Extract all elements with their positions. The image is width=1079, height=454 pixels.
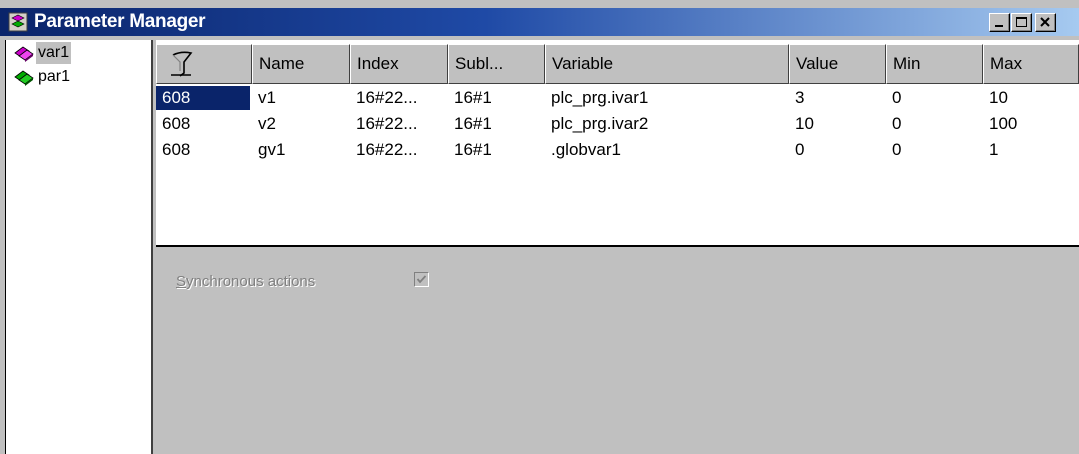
- parameter-detail-pane: Name Index Subl... Variable Value Min Ma…: [156, 40, 1079, 454]
- cell-subindex[interactable]: 16#1: [448, 86, 545, 110]
- cell-id[interactable]: 608: [156, 138, 250, 162]
- cell-value[interactable]: 10: [789, 112, 886, 136]
- table-header: Name Index Subl... Variable Value Min Ma…: [156, 44, 1079, 84]
- cell-value[interactable]: 3: [789, 86, 886, 110]
- cell-index[interactable]: 16#22...: [350, 138, 448, 162]
- cell-index[interactable]: 16#22...: [350, 112, 448, 136]
- cell-value[interactable]: 0: [789, 138, 886, 162]
- close-button[interactable]: [1035, 13, 1056, 32]
- cell-variable[interactable]: plc_prg.ivar1: [545, 86, 789, 110]
- cell-min[interactable]: 0: [886, 86, 983, 110]
- synchronous-actions-label: Synchronous actions: [176, 273, 315, 290]
- title-bar[interactable]: Parameter Manager: [0, 8, 1079, 36]
- cell-name[interactable]: v1: [252, 86, 350, 110]
- cell-name[interactable]: v2: [252, 112, 350, 136]
- table-row[interactable]: 608 v2 16#22... 16#1 plc_prg.ivar2 10 0 …: [156, 112, 1079, 136]
- cell-id[interactable]: 608: [156, 112, 250, 136]
- column-header-index[interactable]: Index: [350, 44, 448, 84]
- variable-list-icon: [14, 46, 34, 62]
- tree-item-label: par1: [38, 68, 71, 85]
- filter-icon: [171, 51, 193, 77]
- cell-max[interactable]: 1: [983, 138, 1079, 162]
- minimize-button[interactable]: [989, 13, 1010, 32]
- maximize-button[interactable]: [1011, 13, 1032, 32]
- cell-variable[interactable]: plc_prg.ivar2: [545, 112, 789, 136]
- access-key-letter: S: [176, 273, 187, 290]
- column-header-name[interactable]: Name: [252, 44, 350, 84]
- column-header-subindex[interactable]: Subl...: [448, 44, 545, 84]
- cell-name[interactable]: gv1: [252, 138, 350, 162]
- cell-min[interactable]: 0: [886, 138, 983, 162]
- tree-item-label: var1: [36, 42, 72, 64]
- window-title: Parameter Manager: [34, 11, 206, 32]
- cell-max[interactable]: 10: [983, 86, 1079, 110]
- label-text: ynchronous actions: [186, 273, 316, 290]
- cell-subindex[interactable]: 16#1: [448, 138, 545, 162]
- table-row[interactable]: 608 v1 16#22... 16#1 plc_prg.ivar1 3 0 1…: [156, 86, 1079, 110]
- column-header-max[interactable]: Max: [983, 44, 1079, 84]
- cell-min[interactable]: 0: [886, 112, 983, 136]
- column-header-value[interactable]: Value: [789, 44, 886, 84]
- checkmark-icon: [416, 275, 427, 284]
- column-header-variable[interactable]: Variable: [545, 44, 789, 84]
- synchronous-actions-checkbox[interactable]: [414, 272, 429, 287]
- cell-variable[interactable]: .globvar1: [545, 138, 789, 162]
- cell-max[interactable]: 100: [983, 112, 1079, 136]
- column-header-min[interactable]: Min: [886, 44, 983, 84]
- table-row[interactable]: 608 gv1 16#22... 16#1 .globvar1 0 0 1: [156, 138, 1079, 162]
- parameter-table[interactable]: Name Index Subl... Variable Value Min Ma…: [156, 40, 1079, 247]
- minimize-icon: [995, 25, 1003, 27]
- list-tree-pane[interactable]: var1 par1: [6, 40, 153, 454]
- cell-id[interactable]: 608: [156, 86, 250, 110]
- cell-subindex[interactable]: 16#1: [448, 112, 545, 136]
- close-icon: [1040, 17, 1050, 27]
- filter-column-header[interactable]: [156, 44, 252, 84]
- cell-index[interactable]: 16#22...: [350, 86, 448, 110]
- parameter-list-icon: [14, 70, 34, 86]
- parameter-manager-window: Parameter Manager var1 par1 Name Index S…: [0, 0, 1079, 454]
- parameter-manager-icon: [8, 12, 28, 32]
- maximize-icon: [1016, 17, 1027, 27]
